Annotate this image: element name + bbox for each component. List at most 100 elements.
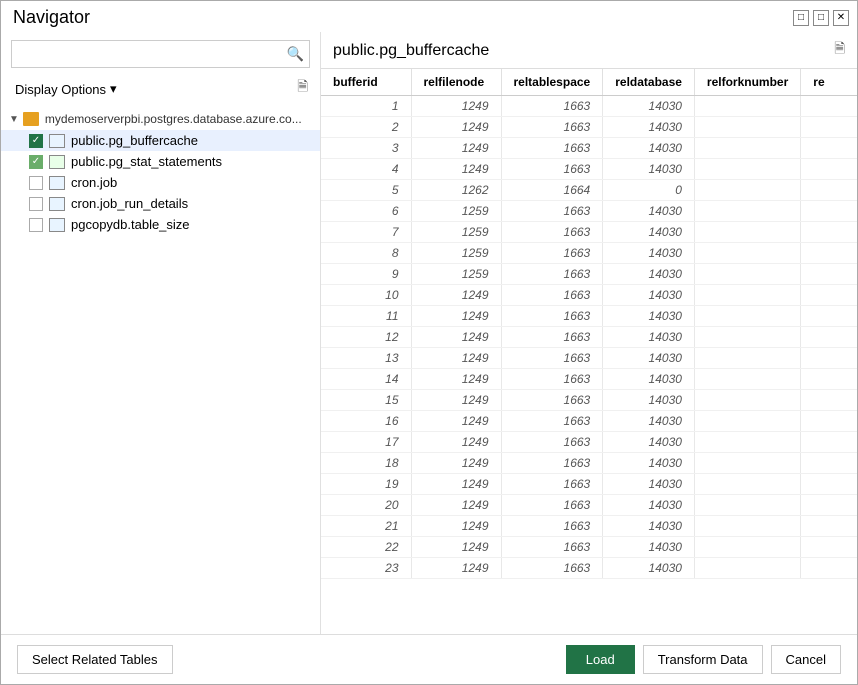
table-cell: 2: [321, 117, 411, 138]
preview-toggle-button[interactable]: 🗎: [295, 76, 310, 102]
item-label-pgcopydb-table-size: pgcopydb.table_size: [71, 217, 190, 232]
table-row: 201249166314030: [321, 495, 857, 516]
title-bar: Navigator □ □ ✕: [1, 1, 857, 32]
table-row: 31249166314030: [321, 138, 857, 159]
table-cell: 14030: [603, 432, 695, 453]
table-cell: 1262: [411, 180, 501, 201]
table-row: 11249166314030: [321, 96, 857, 117]
right-panel: public.pg_buffercache 🗎 bufferid relfile…: [321, 32, 857, 634]
table-cell: 14030: [603, 201, 695, 222]
window-controls: □ □ ✕: [793, 10, 849, 26]
table-cell: 17: [321, 432, 411, 453]
table-row: 71259166314030: [321, 222, 857, 243]
select-related-tables-button[interactable]: Select Related Tables: [17, 645, 173, 674]
item-label-cron-job: cron.job: [71, 175, 117, 190]
table-cell: 5: [321, 180, 411, 201]
tree-item-cron-job-run-details[interactable]: cron.job_run_details: [1, 193, 320, 214]
search-box: 🔍: [11, 40, 310, 68]
table-cell: 14030: [603, 537, 695, 558]
tree-server-node[interactable]: ▼ mydemoserverpbi.postgres.database.azur…: [1, 108, 320, 130]
table-cell: 1663: [501, 117, 603, 138]
table-cell: 1259: [411, 201, 501, 222]
checkbox-stat-statements[interactable]: [29, 155, 43, 169]
maximize-button[interactable]: □: [813, 10, 829, 26]
left-panel: 🔍 Display Options ▾ 🗎 ▼ mydemoserverpbi.…: [1, 32, 321, 634]
preview-action-button[interactable]: 🗎: [834, 40, 845, 62]
cancel-button[interactable]: Cancel: [771, 645, 841, 674]
table-cell: [801, 159, 857, 180]
table-cell: 14030: [603, 411, 695, 432]
search-icon[interactable]: 🔍: [287, 46, 304, 63]
table-row: 231249166314030: [321, 558, 857, 579]
table-cell: 1249: [411, 432, 501, 453]
table-cell: [801, 411, 857, 432]
col-relfilenode: relfilenode: [411, 69, 501, 96]
table-row: 181249166314030: [321, 453, 857, 474]
table-cell: 1663: [501, 390, 603, 411]
server-label: mydemoserverpbi.postgres.database.azure.…: [45, 112, 302, 126]
table-cell: 1249: [411, 453, 501, 474]
table-cell: 1663: [501, 306, 603, 327]
table-cell: 1663: [501, 327, 603, 348]
table-header-row: bufferid relfilenode reltablespace relda…: [321, 69, 857, 96]
tree-item-cron-job[interactable]: cron.job: [1, 172, 320, 193]
table-cell: 1663: [501, 432, 603, 453]
table-icon-cron-job: [49, 176, 65, 190]
table-row: 131249166314030: [321, 348, 857, 369]
table-cell: 1249: [411, 138, 501, 159]
table-cell: 14030: [603, 138, 695, 159]
table-cell: [694, 474, 800, 495]
minimize-button[interactable]: □: [793, 10, 809, 26]
table-cell: 1249: [411, 348, 501, 369]
checkbox-buffercache[interactable]: [29, 134, 43, 148]
table-cell: 3: [321, 138, 411, 159]
table-cell: 1249: [411, 495, 501, 516]
tree-item-stat-statements[interactable]: public.pg_stat_statements: [1, 151, 320, 172]
table-cell: [801, 117, 857, 138]
table-cell: 1664: [501, 180, 603, 201]
table-cell: 1663: [501, 453, 603, 474]
table-cell: 1259: [411, 264, 501, 285]
table-cell: [694, 201, 800, 222]
table-cell: [694, 369, 800, 390]
data-table-container[interactable]: bufferid relfilenode reltablespace relda…: [321, 68, 857, 634]
table-cell: [801, 201, 857, 222]
table-cell: [694, 327, 800, 348]
table-cell: [801, 453, 857, 474]
table-cell: [801, 180, 857, 201]
checkbox-cron-job-run-details[interactable]: [29, 197, 43, 211]
tree-item-pgcopydb-table-size[interactable]: pgcopydb.table_size: [1, 214, 320, 235]
table-icon-cron-job-run-details: [49, 197, 65, 211]
tree-item-buffercache[interactable]: public.pg_buffercache: [1, 130, 320, 151]
table-cell: 1663: [501, 516, 603, 537]
close-button[interactable]: ✕: [833, 10, 849, 26]
table-cell: 1249: [411, 306, 501, 327]
checkbox-cron-job[interactable]: [29, 176, 43, 190]
table-cell: 14030: [603, 285, 695, 306]
checkbox-pgcopydb-table-size[interactable]: [29, 218, 43, 232]
table-cell: [801, 138, 857, 159]
table-cell: 4: [321, 159, 411, 180]
table-cell: 18: [321, 453, 411, 474]
table-cell: 14030: [603, 474, 695, 495]
table-cell: 1249: [411, 558, 501, 579]
table-cell: 23: [321, 558, 411, 579]
table-cell: 1249: [411, 537, 501, 558]
table-row: 61259166314030: [321, 201, 857, 222]
table-row: 141249166314030: [321, 369, 857, 390]
table-cell: [694, 558, 800, 579]
load-button[interactable]: Load: [566, 645, 635, 674]
display-options-label: Display Options: [15, 82, 106, 97]
transform-data-button[interactable]: Transform Data: [643, 645, 763, 674]
table-cell: 11: [321, 306, 411, 327]
table-cell: 1663: [501, 348, 603, 369]
table-row: 211249166314030: [321, 516, 857, 537]
search-input[interactable]: [11, 40, 310, 68]
table-row: 21249166314030: [321, 117, 857, 138]
table-row: 111249166314030: [321, 306, 857, 327]
table-cell: 1663: [501, 537, 603, 558]
table-cell: [694, 117, 800, 138]
display-options-button[interactable]: Display Options ▾: [11, 79, 121, 99]
table-cell: 14030: [603, 369, 695, 390]
table-cell: [801, 537, 857, 558]
